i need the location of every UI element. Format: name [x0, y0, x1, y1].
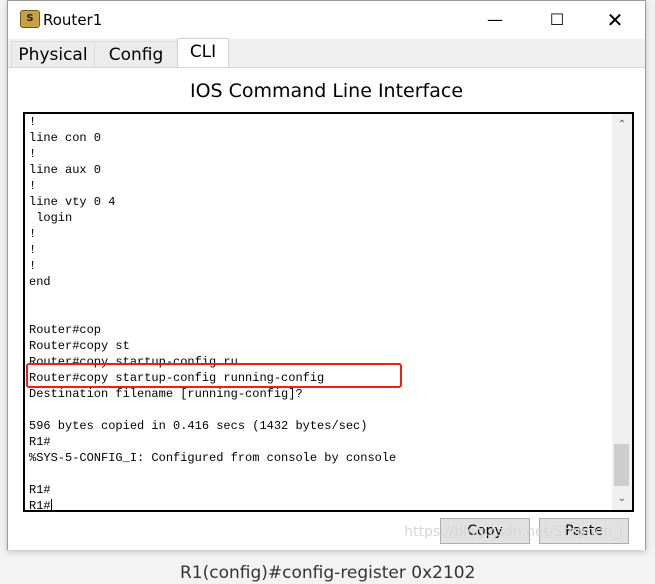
minimize-button[interactable]: — — [472, 5, 518, 35]
terminal-line: Router#copy st — [29, 339, 130, 353]
terminal-line: login — [29, 211, 73, 225]
terminal-line: ! — [29, 147, 37, 161]
page-title: IOS Command Line Interface — [189, 80, 464, 102]
terminal-line: Destination filename [running-config]? — [29, 387, 303, 401]
maximize-button[interactable]: ☐ — [534, 5, 580, 35]
terminal-line: ! — [29, 115, 37, 129]
terminal-line: %SYS-5-CONFIG_I: Configured from console… — [29, 451, 397, 465]
terminal-line: line vty 0 4 — [29, 195, 116, 209]
terminal-line: ! — [29, 179, 37, 193]
terminal-line: 596 bytes copied in 0.416 secs (1432 byt… — [29, 419, 368, 433]
terminal-line: line con 0 — [29, 131, 102, 145]
router-app-icon: S — [20, 10, 40, 28]
scroll-up-icon[interactable]: ⌃ — [612, 116, 632, 134]
watermark: https://blog.csdn.net/Stephen_j — [404, 524, 623, 540]
background-page-text: R1(config)#config-register 0x2102 — [180, 563, 476, 583]
cli-panel: IOS Command Line Interface ! line con 0! l… — [8, 67, 645, 550]
highlight-box — [26, 363, 402, 388]
text-cursor — [50, 498, 52, 510]
tab-physical[interactable]: Physical — [11, 41, 95, 68]
window-title: Router1 — [43, 11, 103, 29]
vertical-scrollbar[interactable]: ⌃ ⌄ — [612, 114, 632, 510]
terminal-lines: ! line con 0! line aux 0! line vty 0 4 logi… — [29, 114, 397, 512]
terminal-line: ! — [29, 259, 37, 273]
terminal-line: Router#cop — [29, 323, 102, 337]
terminal-line: R1# — [29, 435, 51, 449]
router-window: S Router1 — ☐ ✕ Physical Config CLI IOS … — [7, 0, 646, 550]
terminal-line: ! — [29, 243, 37, 257]
scroll-down-icon[interactable]: ⌄ — [612, 490, 632, 508]
tab-bar: Physical Config CLI — [8, 38, 645, 69]
terminal-line: ! — [29, 227, 37, 241]
tab-cli[interactable]: CLI — [177, 38, 229, 69]
close-button[interactable]: ✕ — [592, 5, 638, 35]
scrollbar-thumb[interactable] — [614, 444, 629, 486]
title-bar: S Router1 — ☐ ✕ — [8, 1, 645, 39]
terminal-line: line aux 0 — [29, 163, 102, 177]
tab-config[interactable]: Config — [94, 41, 178, 68]
terminal-line: R1# — [29, 483, 51, 497]
terminal-output[interactable]: ! line con 0! line aux 0! line vty 0 4 logi… — [23, 112, 634, 512]
terminal-line: R1# — [29, 498, 52, 512]
terminal-line: end — [29, 275, 51, 289]
